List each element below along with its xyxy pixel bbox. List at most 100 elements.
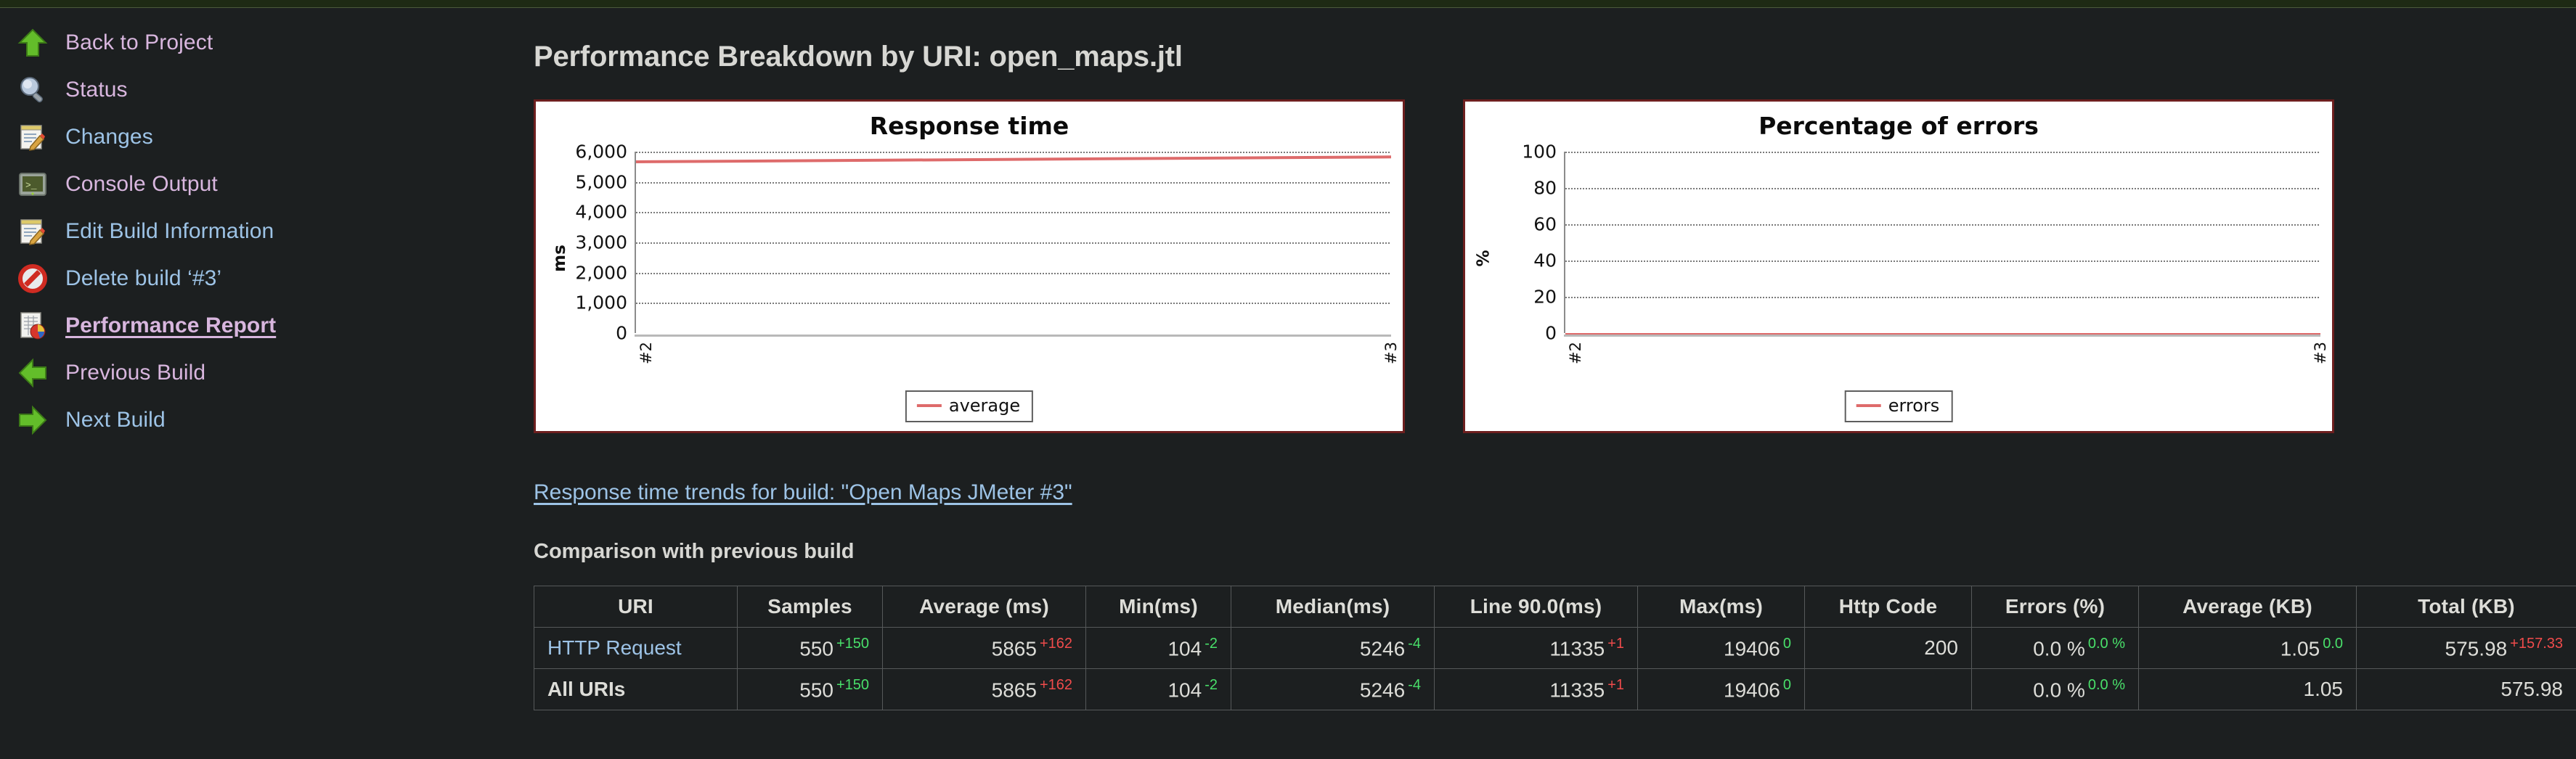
column-header-median-ms: Median(ms)	[1231, 586, 1435, 628]
response-time-trends-link[interactable]: Response time trends for build: "Open Ma…	[534, 480, 1072, 505]
cell-value: 0.0 %	[2033, 678, 2085, 702]
y-axis-ticks: 0 1,000 2,000 3,000 4,000 5,000 6,000	[561, 140, 627, 387]
column-header-average-ms: Average (ms)	[882, 586, 1086, 628]
cell-delta: -4	[1408, 676, 1421, 693]
sidebar-item-performance-report[interactable]: Performance Report	[0, 302, 508, 349]
gridline	[1565, 297, 2319, 298]
cell-delta: 0.0 %	[2087, 676, 2125, 693]
cell-delta: +150	[836, 676, 869, 693]
percentage-of-errors-chart: Percentage of errors% 0 20 40 60 80 100 #2 #3 err…	[1463, 99, 2334, 433]
no-entry-icon	[16, 262, 49, 295]
gridline	[636, 212, 1390, 214]
y-axis-tick: 0	[1545, 322, 1557, 344]
cell-value: 19406	[1724, 678, 1780, 702]
x-axis	[635, 335, 1391, 337]
sidebar-item-label: Edit Build Information	[65, 218, 274, 243]
x-axis-tick: #3	[2312, 342, 2329, 364]
cell-value: 11335	[1549, 637, 1605, 660]
gridline	[1565, 260, 2319, 262]
x-axis-tick: #2	[637, 342, 655, 364]
sidebar-item-next-build[interactable]: Next Build	[0, 396, 508, 443]
cell-samples: 550 +150	[737, 668, 883, 710]
column-header-min-ms: Min(ms)	[1085, 586, 1231, 628]
cell-delta: -2	[1205, 676, 1218, 693]
cell-delta: -4	[1408, 635, 1421, 652]
legend-swatch-icon	[916, 404, 942, 407]
table-row: All URIs 550 +150 5865 +162 104 -2 5246 -4 11335 +…	[534, 668, 2576, 710]
uri-link[interactable]: HTTP Request	[547, 636, 682, 659]
gridline	[636, 303, 1390, 305]
cell-delta: +1	[1607, 676, 1624, 693]
chart-title: Response time	[869, 112, 1069, 140]
sidebar-item-back-to-project[interactable]: Back to Project	[0, 19, 508, 66]
cell-value: 5246	[1359, 678, 1406, 702]
sidebar-item-previous-build[interactable]: Previous Build	[0, 349, 508, 396]
y-axis-tick: 100	[1522, 141, 1557, 163]
y-axis-tick: 2,000	[575, 262, 627, 284]
x-axis	[1564, 335, 2320, 337]
gridline	[636, 181, 1390, 184]
page-title: Performance Breakdown by URI: open_maps.…	[534, 41, 1183, 73]
sidebar-item-label: Console Output	[65, 171, 218, 196]
cell-delta: +1	[1607, 635, 1624, 652]
column-header-total-kb: Total (KB)	[2356, 586, 2576, 628]
sidebar-item-delete-build-3[interactable]: Delete build ‘#3’	[0, 255, 508, 302]
column-header-uri: URI	[534, 586, 738, 628]
magnifier-icon	[16, 73, 49, 107]
column-header-samples: Samples	[737, 586, 883, 628]
y-axis-tick: 60	[1533, 213, 1557, 235]
y-axis-tick: 5,000	[575, 171, 627, 193]
chart-title: Percentage of errors	[1758, 112, 2039, 140]
sidebar-item-label: Delete build ‘#3’	[65, 266, 222, 290]
sidebar-item-status[interactable]: Status	[0, 66, 508, 113]
gridline	[1565, 224, 2319, 226]
cell-value: 575.98	[2500, 678, 2563, 700]
cell-errors-pct: 0.0 % 0.0 %	[1971, 668, 2139, 710]
cell-errors-pct: 0.0 % 0.0 %	[1971, 627, 2139, 669]
cell-median-ms: 5246 -4	[1231, 627, 1435, 669]
up-arrow-icon	[16, 26, 49, 60]
cell-value: 5246	[1359, 637, 1406, 660]
charts-row: Response time ms 0 1,000 2,000 3,000 4,000 5,00…	[534, 99, 2576, 437]
comparison-section-heading: Comparison with previous build	[534, 540, 855, 563]
terminal-icon: >_	[16, 168, 49, 201]
sidebar-item-edit-build-information[interactable]: Edit Build Information	[0, 208, 508, 255]
y-axis-tick: 20	[1533, 286, 1557, 308]
y-axis-tick: 3,000	[575, 231, 627, 253]
sidebar-item-label: Performance Report	[65, 313, 277, 337]
cell-value: 11335	[1549, 678, 1605, 702]
cell-http-code	[1804, 668, 1972, 710]
gridline	[636, 152, 1390, 153]
x-axis-tick: #3	[1382, 342, 1400, 364]
plot-canvas	[635, 152, 1392, 333]
cell-delta: -2	[1205, 635, 1218, 652]
legend-label: average	[948, 395, 1021, 416]
cell-delta: 0.0 %	[2087, 635, 2125, 652]
cell-value: 0.0 %	[2033, 637, 2085, 660]
chart-legend: average	[905, 390, 1034, 422]
cell-value: 104	[1167, 637, 1202, 660]
sidebar-item-console-output[interactable]: >_ Console Output	[0, 160, 508, 208]
y-axis-tick: 0	[616, 322, 627, 344]
y-axis-tick: 6,000	[575, 141, 627, 163]
table-row: HTTP Request 550 +150 5865 +162 104 -2 5246 -4 11…	[534, 627, 2576, 669]
gridline	[636, 272, 1390, 274]
cell-total-kb: 575.98	[2356, 668, 2576, 710]
uri-cell[interactable]: HTTP Request	[534, 627, 738, 669]
cell-value: 200	[1924, 636, 1958, 659]
cell-min-ms: 104 -2	[1085, 627, 1231, 669]
cell-delta: +162	[1039, 676, 1072, 693]
y-axis-tick: 4,000	[575, 201, 627, 223]
cell-average-kb: 1.05 0.0	[2138, 627, 2357, 669]
y-axis-tick: 40	[1533, 250, 1557, 271]
plot-area: % 0 20 40 60 80 100 #2 #3	[1465, 140, 2336, 387]
gridline	[1565, 152, 2319, 153]
sidebar-item-changes[interactable]: Changes	[0, 113, 508, 160]
cell-delta: 0	[1782, 635, 1791, 652]
right-arrow-icon	[16, 403, 49, 437]
cell-delta: 0	[1782, 676, 1791, 693]
gridline	[1565, 188, 2319, 189]
svg-text:>_: >_	[25, 180, 37, 191]
performance-table: URI Samples Average (ms) Min(ms) Median(ms) L…	[534, 586, 2576, 710]
chart-legend: errors	[1844, 390, 1953, 422]
